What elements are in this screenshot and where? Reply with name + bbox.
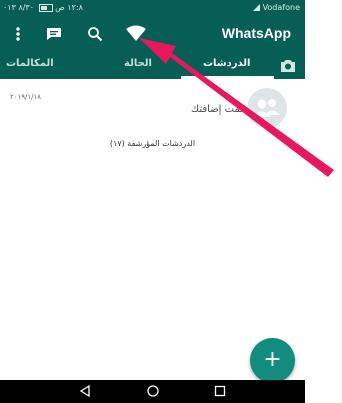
plus-icon: + xyxy=(263,347,282,372)
search-icon[interactable] xyxy=(86,25,104,43)
system-nav-bar xyxy=(0,380,305,403)
back-icon[interactable] xyxy=(78,384,92,398)
group-icon xyxy=(253,99,280,117)
tab-status[interactable]: الحالة xyxy=(124,58,152,69)
app-toolbar: WhatsApp xyxy=(0,16,305,52)
group-avatar xyxy=(247,88,287,128)
app-title: WhatsApp xyxy=(221,25,291,41)
status-right: Vodafone xyxy=(250,3,300,12)
tab-calls[interactable]: المكالمات xyxy=(6,58,54,69)
more-vert-icon[interactable] xyxy=(9,25,27,43)
margin-area xyxy=(305,0,342,403)
camera-icon[interactable] xyxy=(279,57,297,75)
active-tab-indicator xyxy=(181,76,274,79)
status-left: ١٢:٨ ص ٨/٣٠ ٠١٣ xyxy=(3,3,83,12)
carrier-name: Vodafone xyxy=(262,3,300,12)
battery-icon xyxy=(38,3,53,12)
home-icon[interactable] xyxy=(146,384,160,398)
clock: ١٢:٨ ص xyxy=(55,3,83,12)
chat-last-message: تمت إضافتك xyxy=(190,104,243,115)
phone-screen: ١٢:٨ ص ٨/٣٠ ٠١٣ Vodafone WhatsApp الدردش… xyxy=(0,0,305,403)
signal-icon xyxy=(253,4,261,11)
new-chat-fab[interactable]: + xyxy=(250,338,295,383)
new-chat-icon[interactable] xyxy=(45,25,63,43)
status-info: ٨/٣٠ ٠١٣ xyxy=(3,3,35,12)
wifi-icon[interactable] xyxy=(125,24,147,44)
tab-bar: الدردشات الحالة المكالمات xyxy=(0,52,305,79)
archived-chats-link[interactable]: الدردشات المؤرشفة (١٧) xyxy=(0,139,305,148)
chat-date: ٢٠١٩/١/١٨ xyxy=(10,93,42,101)
recents-icon[interactable] xyxy=(213,384,227,398)
status-bar: ١٢:٨ ص ٨/٣٠ ٠١٣ Vodafone xyxy=(0,0,305,16)
tab-chats[interactable]: الدردشات xyxy=(203,58,251,69)
